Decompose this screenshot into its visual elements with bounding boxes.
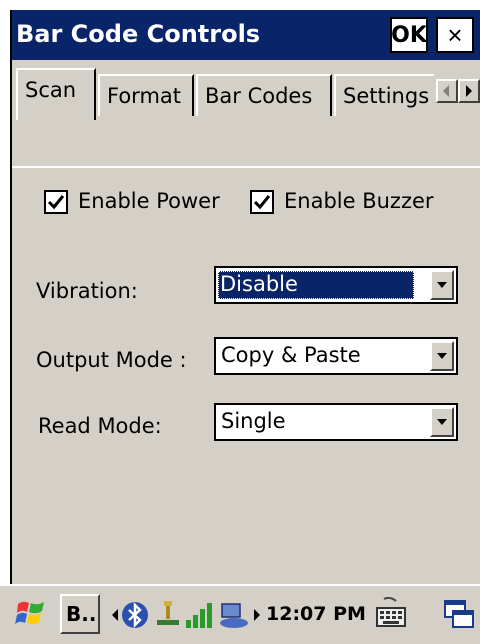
close-button[interactable]: ×	[436, 17, 474, 53]
tab-bar-codes[interactable]: Bar Codes	[196, 74, 332, 116]
windows-icon[interactable]	[442, 598, 476, 637]
title-bar: Bar Code Controls OK ×	[12, 10, 480, 60]
enable-buzzer-checkbox[interactable]	[250, 190, 274, 214]
tab-divider	[12, 166, 480, 168]
enable-power-label: Enable Power	[78, 189, 220, 213]
check-icon	[253, 195, 271, 210]
output-mode-label: Output Mode :	[36, 348, 187, 372]
bar-code-controls-window: Bar Code Controls OK × Scan Format Bar C…	[10, 10, 480, 584]
read-mode-select[interactable]: Single	[214, 403, 458, 441]
network-icon[interactable]	[218, 600, 250, 635]
chevron-right-icon	[466, 85, 472, 97]
tab-scroll-right-button[interactable]	[458, 79, 480, 103]
vibration-value: Disable	[218, 271, 414, 299]
tray-left-arrow-icon[interactable]	[110, 608, 120, 627]
close-icon: ×	[447, 19, 463, 50]
vibration-label: Vibration:	[36, 279, 138, 303]
read-mode-dropdown-button[interactable]	[430, 407, 454, 437]
check-icon	[47, 195, 65, 210]
clock[interactable]: 12:07 PM	[266, 603, 366, 625]
start-flag-icon[interactable]	[14, 598, 48, 635]
ok-button[interactable]: OK	[390, 17, 428, 53]
keyboard-icon[interactable]	[374, 596, 408, 637]
vibration-select[interactable]: Disable	[214, 266, 458, 304]
output-mode-dropdown-button[interactable]	[430, 341, 454, 371]
tab-format[interactable]: Format	[98, 74, 194, 116]
chevron-down-icon	[437, 419, 447, 425]
chevron-left-icon	[443, 85, 449, 97]
task-button[interactable]: B..	[60, 594, 100, 634]
tab-strip: Scan Format Bar Codes Settings	[12, 60, 480, 168]
bluetooth-icon[interactable]	[120, 600, 150, 635]
read-mode-value: Single	[221, 409, 286, 433]
tray-right-arrow-icon[interactable]	[252, 608, 262, 627]
window-title: Bar Code Controls	[16, 20, 261, 48]
tab-settings[interactable]: Settings	[334, 74, 434, 116]
tab-scroll-left-button[interactable]	[436, 79, 458, 103]
enable-power-checkbox[interactable]	[44, 190, 68, 214]
output-mode-select[interactable]: Copy & Paste	[214, 337, 458, 375]
usb-icon[interactable]	[154, 600, 182, 635]
enable-buzzer-label: Enable Buzzer	[284, 189, 434, 213]
read-mode-label: Read Mode:	[38, 414, 162, 438]
vibration-dropdown-button[interactable]	[430, 270, 454, 300]
signal-icon[interactable]	[184, 600, 214, 635]
chevron-down-icon	[437, 282, 447, 288]
taskbar: B.. 12:07 PM	[0, 584, 480, 644]
tab-scan[interactable]: Scan	[16, 68, 96, 120]
chevron-down-icon	[437, 353, 447, 359]
output-mode-value: Copy & Paste	[221, 343, 361, 367]
